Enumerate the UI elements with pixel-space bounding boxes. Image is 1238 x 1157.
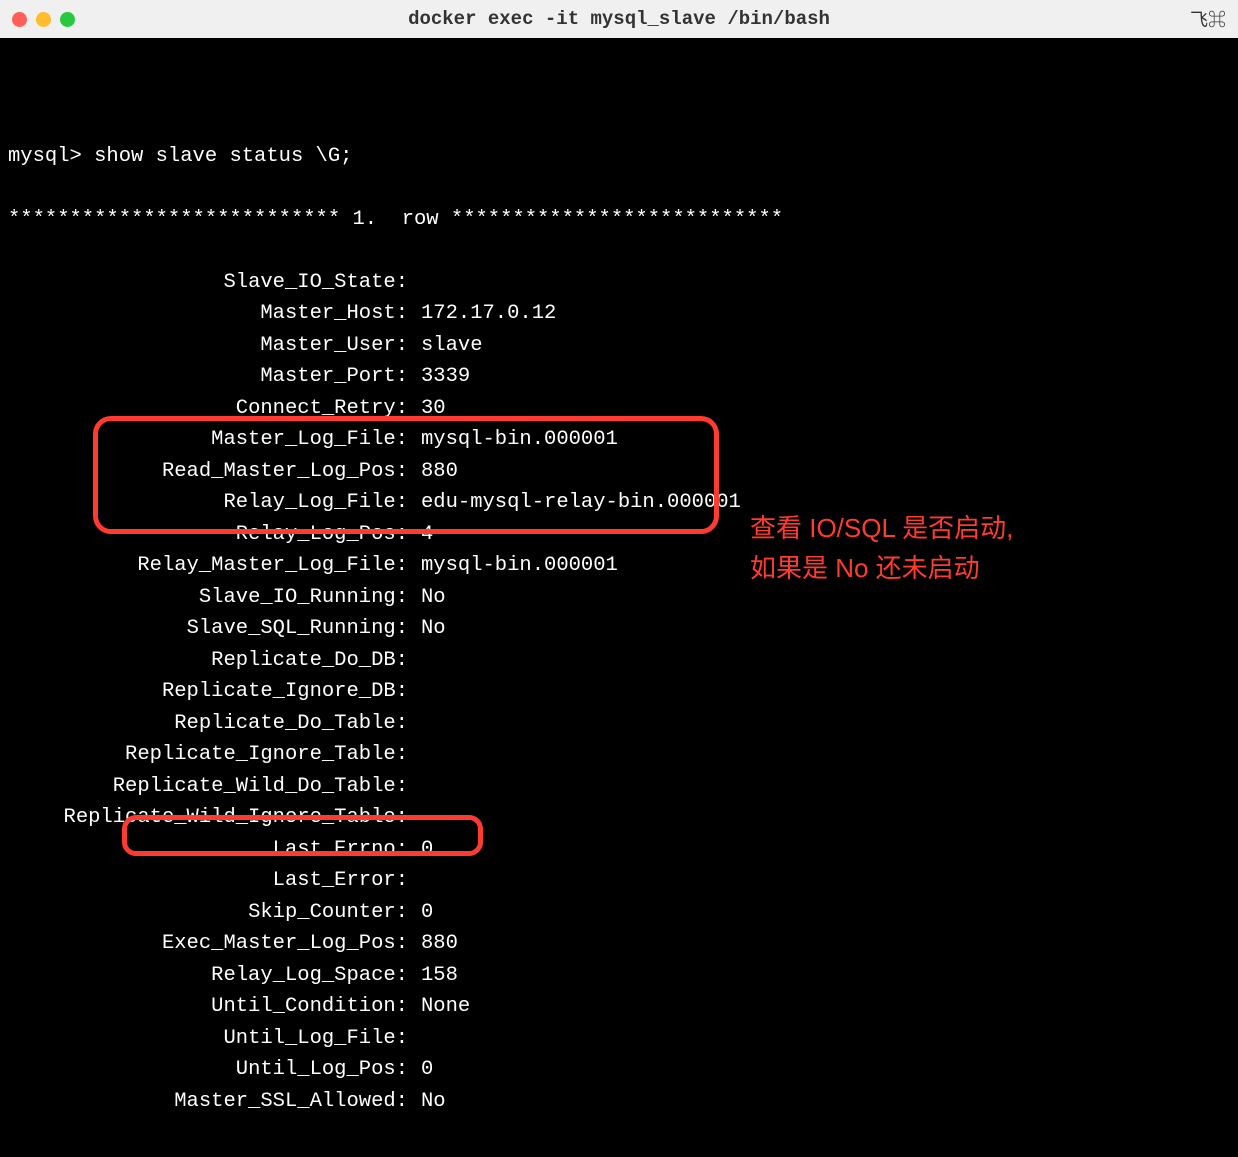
field-value: No (408, 582, 446, 614)
field-label: Exec_Master_Log_Pos: (8, 928, 408, 960)
window-titlebar: docker exec -it mysql_slave /bin/bash 飞⌘ (0, 0, 1238, 38)
field-row: Last_Errno:0 (8, 834, 1230, 866)
field-value: 158 (408, 960, 458, 992)
field-row: Relay_Log_File:edu-mysql-relay-bin.00000… (8, 487, 1230, 519)
field-value: No (408, 613, 446, 645)
field-value (408, 739, 421, 771)
field-label: Replicate_Ignore_DB: (8, 676, 408, 708)
field-row: Relay_Master_Log_File:mysql-bin.000001 (8, 550, 1230, 582)
field-value: mysql-bin.000001 (408, 424, 618, 456)
field-row: Connect_Retry:30 (8, 393, 1230, 425)
field-value (408, 708, 421, 740)
field-label: Until_Log_File: (8, 1023, 408, 1055)
field-value (408, 802, 421, 834)
field-row: Replicate_Wild_Ignore_Table: (8, 802, 1230, 834)
field-label: Master_SSL_Allowed: (8, 1086, 408, 1118)
field-label: Read_Master_Log_Pos: (8, 456, 408, 488)
field-value: slave (408, 330, 483, 362)
field-value: 0 (408, 834, 433, 866)
field-value (408, 1023, 421, 1055)
field-value: None (408, 991, 470, 1023)
field-row: Until_Log_Pos:0 (8, 1054, 1230, 1086)
prompt: mysql> (8, 145, 94, 168)
field-value: 3339 (408, 361, 470, 393)
field-label: Master_Log_File: (8, 424, 408, 456)
field-label: Last_Errno: (8, 834, 408, 866)
field-value: 0 (408, 897, 433, 929)
field-label: Relay_Master_Log_File: (8, 550, 408, 582)
field-value: 0 (408, 1054, 433, 1086)
field-label: Replicate_Do_DB: (8, 645, 408, 677)
field-value (408, 865, 421, 897)
field-label: Last_Error: (8, 865, 408, 897)
field-label: Master_Port: (8, 361, 408, 393)
field-row: Slave_IO_State: (8, 267, 1230, 299)
minimize-button[interactable] (36, 12, 51, 27)
field-label: Relay_Log_Space: (8, 960, 408, 992)
field-value: 172.17.0.12 (408, 298, 556, 330)
field-label: Master_Host: (8, 298, 408, 330)
command-line: mysql> show slave status \G; (8, 141, 1230, 173)
titlebar-right-symbols: 飞⌘ (1190, 6, 1226, 32)
field-value: edu-mysql-relay-bin.000001 (408, 487, 741, 519)
field-row: Master_Port:3339 (8, 361, 1230, 393)
terminal-output[interactable]: mysql> show slave status \G; ***********… (0, 38, 1238, 1157)
field-row: Until_Log_File: (8, 1023, 1230, 1055)
field-label: Connect_Retry: (8, 393, 408, 425)
field-row: Until_Condition:None (8, 991, 1230, 1023)
field-row: Last_Error: (8, 865, 1230, 897)
command-text: show slave status \G; (94, 145, 352, 168)
field-row: Replicate_Ignore_Table: (8, 739, 1230, 771)
field-label: Skip_Counter: (8, 897, 408, 929)
field-value: 880 (408, 456, 458, 488)
field-row: Relay_Log_Space:158 (8, 960, 1230, 992)
field-row: Slave_SQL_Running:No (8, 613, 1230, 645)
field-row: Read_Master_Log_Pos:880 (8, 456, 1230, 488)
field-row: Master_User:slave (8, 330, 1230, 362)
field-row: Master_SSL_Allowed:No (8, 1086, 1230, 1118)
field-row: Replicate_Ignore_DB: (8, 676, 1230, 708)
field-label: Slave_IO_State: (8, 267, 408, 299)
field-label: Replicate_Wild_Do_Table: (8, 771, 408, 803)
field-label: Relay_Log_File: (8, 487, 408, 519)
field-row: Exec_Master_Log_Pos:880 (8, 928, 1230, 960)
field-row: Relay_Log_Pos:4 (8, 519, 1230, 551)
window-title: docker exec -it mysql_slave /bin/bash (408, 8, 830, 30)
field-label: Replicate_Wild_Ignore_Table: (8, 802, 408, 834)
field-row: Master_Log_File:mysql-bin.000001 (8, 424, 1230, 456)
field-label: Relay_Log_Pos: (8, 519, 408, 551)
maximize-button[interactable] (60, 12, 75, 27)
field-label: Until_Condition: (8, 991, 408, 1023)
field-label: Until_Log_Pos: (8, 1054, 408, 1086)
field-row: Skip_Counter:0 (8, 897, 1230, 929)
field-value: 880 (408, 928, 458, 960)
field-label: Slave_SQL_Running: (8, 613, 408, 645)
field-row: Replicate_Wild_Do_Table: (8, 771, 1230, 803)
annotation-text-io-sql: 查看 IO/SQL 是否启动, 如果是 No 还未启动 (750, 508, 1013, 588)
field-label: Replicate_Ignore_Table: (8, 739, 408, 771)
field-value: mysql-bin.000001 (408, 550, 618, 582)
field-value: 4 (408, 519, 433, 551)
field-value (408, 676, 421, 708)
field-label: Replicate_Do_Table: (8, 708, 408, 740)
blank-line (8, 78, 1230, 110)
field-value (408, 645, 421, 677)
field-row: Replicate_Do_DB: (8, 645, 1230, 677)
close-button[interactable] (12, 12, 27, 27)
field-value: No (408, 1086, 446, 1118)
field-label: Master_User: (8, 330, 408, 362)
field-value: 30 (408, 393, 446, 425)
field-value (408, 267, 421, 299)
status-fields: Slave_IO_State:Master_Host:172.17.0.12Ma… (8, 267, 1230, 1118)
field-label: Slave_IO_Running: (8, 582, 408, 614)
row-separator: *************************** 1. row *****… (8, 204, 1230, 236)
field-value (408, 771, 421, 803)
field-row: Replicate_Do_Table: (8, 708, 1230, 740)
field-row: Slave_IO_Running:No (8, 582, 1230, 614)
field-row: Master_Host:172.17.0.12 (8, 298, 1230, 330)
traffic-lights (12, 12, 75, 27)
